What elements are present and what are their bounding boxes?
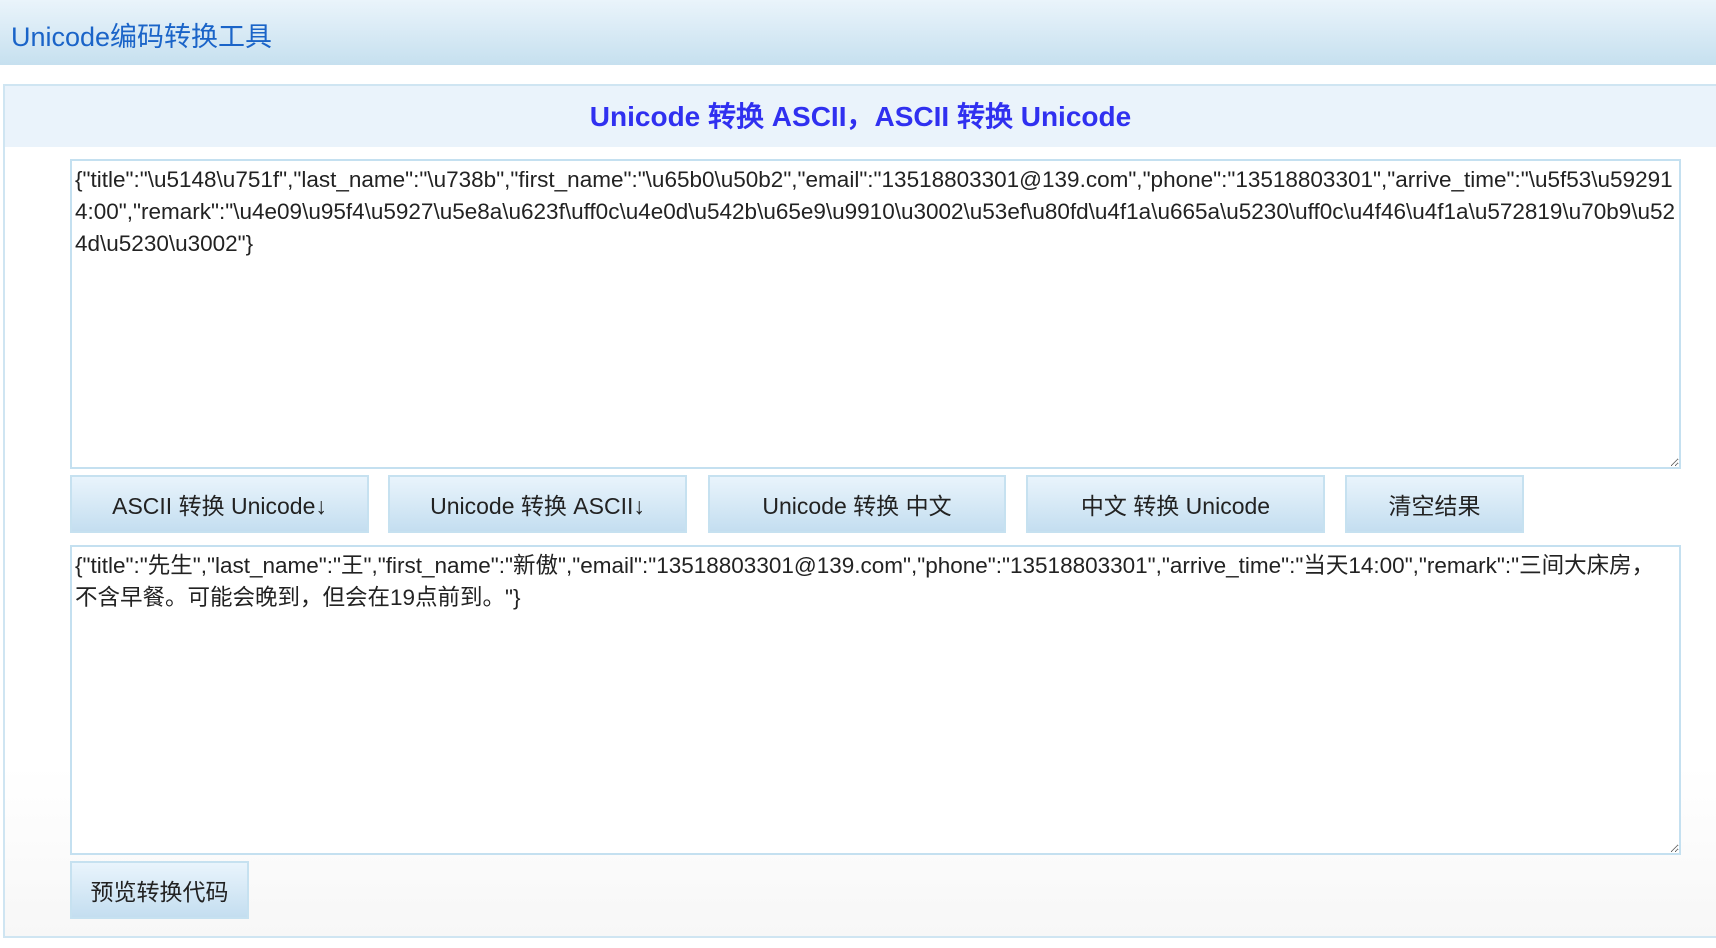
- app-title: Unicode编码转换工具: [11, 22, 273, 52]
- chinese-to-unicode-button[interactable]: 中文 转换 Unicode: [1026, 475, 1325, 533]
- unicode-to-ascii-button[interactable]: Unicode 转换 ASCII↓: [388, 475, 687, 533]
- converter-panel: Unicode 转换 ASCII，ASCII 转换 Unicode ASCII …: [3, 84, 1716, 938]
- ascii-to-unicode-button[interactable]: ASCII 转换 Unicode↓: [70, 475, 369, 533]
- panel-title: Unicode 转换 ASCII，ASCII 转换 Unicode: [589, 101, 1132, 132]
- input-textarea[interactable]: [70, 159, 1681, 469]
- top-header: Unicode编码转换工具: [0, 0, 1716, 65]
- panel-title-band: Unicode 转换 ASCII，ASCII 转换 Unicode: [5, 86, 1716, 147]
- preview-code-button[interactable]: 预览转换代码: [70, 861, 249, 919]
- unicode-to-chinese-button[interactable]: Unicode 转换 中文: [708, 475, 1006, 533]
- output-textarea[interactable]: [70, 545, 1681, 855]
- clear-result-button[interactable]: 清空结果: [1345, 475, 1524, 533]
